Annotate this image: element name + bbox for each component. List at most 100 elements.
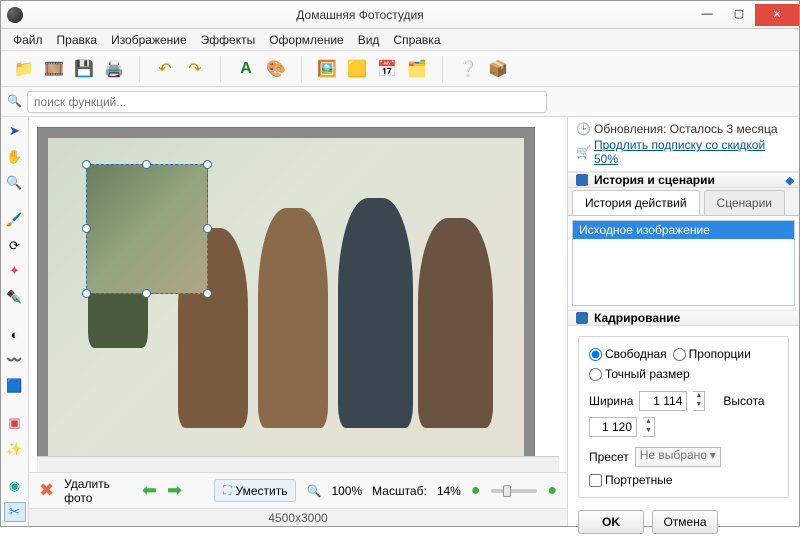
width-spinner[interactable]: ▲▼ xyxy=(693,391,705,411)
collage-icon[interactable]: 🗂️ xyxy=(404,56,430,82)
fit-button[interactable]: ⛶ Уместить xyxy=(214,479,296,502)
zoom-slider-thumb[interactable] xyxy=(503,485,511,497)
mode-proportions[interactable]: Пропорции xyxy=(673,347,751,361)
open-icon[interactable]: 📁 xyxy=(11,56,37,82)
portrait-checkbox[interactable]: Портретные xyxy=(589,473,673,487)
canvas[interactable] xyxy=(29,117,567,456)
crop-panel-icon xyxy=(576,312,588,324)
menu-file[interactable]: Файл xyxy=(7,31,49,49)
history-list[interactable]: Исходное изображение xyxy=(572,220,795,306)
scale-label: Масштаб: xyxy=(372,484,427,498)
crop-tool-icon[interactable]: ✂ xyxy=(4,502,26,522)
image-icon[interactable]: 🖼️ xyxy=(314,56,340,82)
crop-selection[interactable] xyxy=(86,164,208,294)
menu-effects[interactable]: Эффекты xyxy=(195,31,262,49)
layers-tool-icon[interactable]: ▣ xyxy=(4,413,26,433)
search-input[interactable] xyxy=(27,91,547,113)
crop-handle-l[interactable] xyxy=(82,224,91,233)
ok-button[interactable]: OK xyxy=(578,510,644,534)
frame-icon[interactable]: 🟨 xyxy=(344,56,370,82)
right-panel: 🕒 Обновления: Осталось 3 месяца 🛒 Продлить… xyxy=(567,117,799,526)
text-icon[interactable]: A xyxy=(233,56,259,82)
menu-image[interactable]: Изображение xyxy=(105,31,193,49)
width-input[interactable] xyxy=(639,391,687,411)
history-panel-icon xyxy=(576,174,588,186)
delete-icon[interactable]: ✖ xyxy=(39,480,54,501)
contrast-tool-icon[interactable]: ◐ xyxy=(4,324,26,344)
scale-value: 14% xyxy=(437,484,461,498)
clock-icon: 🕒 xyxy=(576,122,590,136)
crop-handle-r[interactable] xyxy=(203,224,212,233)
delete-photo-label[interactable]: Удалить фото xyxy=(64,477,110,505)
minimize-button[interactable]: — xyxy=(691,4,723,24)
searchbar: 🔍 xyxy=(1,87,799,117)
mode-exact[interactable]: Точный размер xyxy=(589,367,690,381)
box-icon[interactable]: 📦 xyxy=(485,56,511,82)
canvas-area: ✖ Удалить фото ⬅ ➡ ⛶ Уместить 🔍 100% Мас… xyxy=(29,117,567,526)
film-icon[interactable]: 🎞️ xyxy=(41,56,67,82)
hand-tool-icon[interactable]: ✋ xyxy=(4,147,26,167)
maximize-button[interactable]: ▢ xyxy=(723,4,755,24)
height-spinner[interactable]: ▲▼ xyxy=(643,417,655,437)
extend-link[interactable]: Продлить подписку со скидкой 50% xyxy=(594,138,791,166)
horizontal-scrollbar[interactable] xyxy=(37,456,559,472)
crop-handle-t[interactable] xyxy=(142,160,151,169)
next-icon[interactable]: ➡ xyxy=(167,480,182,501)
preset-select[interactable]: Не выбрано ▾ xyxy=(635,447,721,467)
crop-handle-tl[interactable] xyxy=(82,160,91,169)
height-label: Высота xyxy=(723,394,764,408)
zoom-slider[interactable] xyxy=(491,489,538,493)
window-title: Домашняя Фотостудия xyxy=(29,8,691,22)
photo-frame xyxy=(37,127,535,456)
zoom-in-icon[interactable]: ● xyxy=(547,482,557,500)
zoom-100-icon[interactable]: 🔍 xyxy=(306,484,321,498)
palette-icon[interactable]: 🎨 xyxy=(263,56,289,82)
menu-design[interactable]: Оформление xyxy=(263,31,349,49)
photo[interactable] xyxy=(48,138,524,456)
cancel-button[interactable]: Отмена xyxy=(652,510,718,534)
zoom-tool-icon[interactable]: 🔍 xyxy=(4,173,26,193)
cart-icon: 🛒 xyxy=(576,145,590,159)
stamp-tool-icon[interactable]: ⟳ xyxy=(4,236,26,256)
crop-handle-br[interactable] xyxy=(203,289,212,298)
history-item[interactable]: Исходное изображение xyxy=(573,221,794,239)
crop-handle-b[interactable] xyxy=(142,289,151,298)
save-icon[interactable]: 💾 xyxy=(71,56,97,82)
curves-tool-icon[interactable]: 〰️ xyxy=(4,350,26,370)
history-panel-title: История и сценарии xyxy=(594,173,715,187)
collapse-icon[interactable]: ◆ xyxy=(786,174,794,187)
left-toolbar: ➤ ✋ 🔍 🖌️ ⟳ ✦ ✒️ ◐ 〰️ 🟦 ▣ ✨ ◉ ✂ xyxy=(1,117,29,526)
updates-text: Обновления: Осталось 3 месяца xyxy=(594,122,778,136)
eraser-tool-icon[interactable]: ◉ xyxy=(4,476,26,496)
pointer-tool-icon[interactable]: ➤ xyxy=(4,121,26,141)
help-icon[interactable]: ❔ xyxy=(455,56,481,82)
crop-handle-bl[interactable] xyxy=(82,289,91,298)
redo-icon[interactable]: ↷ xyxy=(182,56,208,82)
zoom-100-label[interactable]: 100% xyxy=(331,484,362,498)
subscription-info: 🕒 Обновления: Осталось 3 месяца 🛒 Продлить… xyxy=(568,117,799,172)
tab-history[interactable]: История действий xyxy=(572,190,700,215)
color-tool-icon[interactable]: 🟦 xyxy=(4,376,26,396)
close-button[interactable]: ✕ xyxy=(755,4,799,26)
calendar-icon[interactable]: 📅 xyxy=(374,56,400,82)
print-icon[interactable]: 🖨️ xyxy=(101,56,127,82)
effects-tool-icon[interactable]: ✨ xyxy=(4,439,26,459)
crop-handle-tr[interactable] xyxy=(203,160,212,169)
mode-free[interactable]: Свободная xyxy=(589,347,667,361)
menu-edit[interactable]: Правка xyxy=(51,31,104,49)
history-tabs: История действий Сценарии xyxy=(568,188,799,216)
statusbar: ✖ Удалить фото ⬅ ➡ ⛶ Уместить 🔍 100% Мас… xyxy=(29,472,567,508)
pen-tool-icon[interactable]: ✒️ xyxy=(4,287,26,307)
heal-tool-icon[interactable]: ✦ xyxy=(4,261,26,281)
undo-icon[interactable]: ↶ xyxy=(152,56,178,82)
width-label: Ширина xyxy=(589,394,633,408)
dimensions-label: 4500x3000 xyxy=(29,508,567,526)
tab-scenarios[interactable]: Сценарии xyxy=(704,190,785,215)
prev-icon[interactable]: ⬅ xyxy=(142,480,157,501)
menu-view[interactable]: Вид xyxy=(352,31,386,49)
search-icon: 🔍 xyxy=(7,94,23,110)
menu-help[interactable]: Справка xyxy=(387,31,446,49)
brush-tool-icon[interactable]: 🖌️ xyxy=(4,210,26,230)
height-input[interactable] xyxy=(589,417,637,437)
zoom-out-icon[interactable]: ● xyxy=(471,482,481,500)
